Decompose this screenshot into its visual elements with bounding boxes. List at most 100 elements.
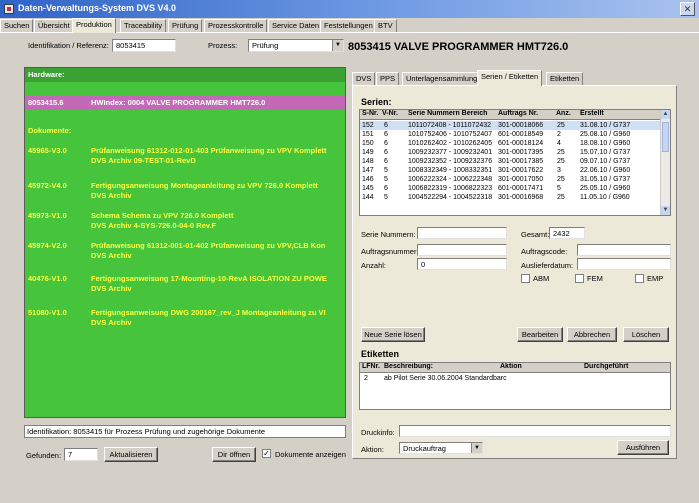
- action-select[interactable]: Druckauftrag ▼: [399, 442, 483, 454]
- document-code: 45972-V4.0: [28, 181, 67, 190]
- series-labels-panel: Serien: S-Nr. V-Nr. Serie Nummern Bereic…: [352, 85, 677, 459]
- tab-produktion[interactable]: Produktion: [72, 18, 116, 33]
- table-row[interactable]: 150 6 1010262402 - 1010262405 601-00018124 4…: [360, 139, 670, 148]
- action-label: Aktion:: [361, 445, 384, 454]
- execute-button[interactable]: Ausführen: [617, 440, 669, 455]
- total-label: Gesamt:: [521, 230, 550, 239]
- document-code: 40476-V1.0: [28, 274, 67, 283]
- document-code: 51080-V1.0: [28, 308, 67, 317]
- scroll-thumb[interactable]: [662, 122, 669, 152]
- scroll-up-icon[interactable]: ▲: [661, 110, 670, 119]
- process-label: Prozess:: [208, 41, 238, 50]
- emp-checkbox[interactable]: [635, 274, 644, 283]
- table-row[interactable]: 149 6 1009232377 - 1009232401 301-00017395 2…: [360, 148, 670, 157]
- table-row[interactable]: 147 5 1008332349 - 1008332351 301-00017622 3…: [360, 166, 670, 175]
- col-description: Beschreibung:: [384, 363, 434, 370]
- abm-checkbox[interactable]: [521, 274, 530, 283]
- app-icon: [4, 4, 14, 14]
- status-line: Identifikation: 8053415 für Prozess Prüf…: [24, 425, 346, 438]
- col-count: Anz.: [556, 110, 571, 117]
- product-title: 8053415 VALVE PROGRAMMER HMT726.0: [348, 41, 569, 53]
- series-table[interactable]: S-Nr. V-Nr. Serie Nummern Bereich Auftra…: [359, 109, 671, 216]
- tab-traceability[interactable]: Traceability: [120, 19, 167, 32]
- tab-pruefung[interactable]: Prüfung: [168, 19, 203, 32]
- print-info-input[interactable]: [399, 425, 671, 437]
- refresh-button[interactable]: Aktualisieren: [104, 447, 158, 462]
- order-number-label: Auftragsnummer:: [361, 247, 419, 256]
- labels-header: Etiketten: [361, 349, 400, 359]
- open-dir-button[interactable]: Dir öffnen: [212, 447, 256, 462]
- action-value: Druckauftrag: [403, 444, 446, 453]
- serial-numbers-label: Serie Nummern:: [361, 230, 416, 239]
- table-row[interactable]: 151 6 1010752406 - 1010752407 601-00018549 2…: [360, 130, 670, 139]
- series-scrollbar[interactable]: ▲ ▼: [660, 110, 670, 215]
- table-row[interactable]: 2 ab Pilot Serie 30.06.2004 Standardbarc: [360, 374, 670, 383]
- fem-checkbox[interactable]: [575, 274, 584, 283]
- count-label: Anzahl:: [361, 261, 387, 270]
- table-row[interactable]: 152 6 1011072408 - 1011072432 301-00018066 2…: [360, 121, 670, 130]
- document-desc: Fertigungsanweisung Montageanleitung zu …: [91, 181, 318, 200]
- close-button[interactable]: ✕: [680, 2, 695, 16]
- document-code: 45973-V1.0: [28, 211, 67, 220]
- document-desc: Schema Schema zu VPV 726.0 Komplett DVS A…: [91, 211, 234, 230]
- abm-label: ABM: [533, 274, 550, 283]
- window-title: Daten-Verwaltungs-System DVS V4.0: [18, 3, 177, 13]
- col-s-nr: S-Nr.: [362, 110, 379, 117]
- title-bar: Daten-Verwaltungs-System DVS V4.0 ✕: [0, 0, 699, 18]
- col-lfnr: LFNr.: [362, 363, 380, 370]
- tab-btv[interactable]: BTV: [374, 19, 397, 32]
- col-created: Erstellt: [580, 110, 604, 117]
- main-tab-bar: Suchen Übersicht Produktion Traceability…: [0, 18, 699, 33]
- hardware-desc: HWIndex: 0004 VALVE PROGRAMMER HMT726.0: [91, 98, 266, 107]
- tab-pps[interactable]: PPS: [376, 72, 400, 85]
- tab-suchen[interactable]: Suchen: [0, 19, 34, 32]
- scroll-down-icon[interactable]: ▼: [661, 206, 670, 215]
- chevron-down-icon[interactable]: ▼: [332, 40, 343, 51]
- new-series-button[interactable]: Neue Serie lösen: [361, 327, 425, 342]
- tab-unterlagensammlung[interactable]: Unterlagensammlung: [402, 72, 482, 85]
- edit-button[interactable]: Bearbeiten: [517, 327, 563, 342]
- tab-uebersicht[interactable]: Übersicht: [34, 19, 74, 32]
- document-tree[interactable]: Hardware: 8053415.6 HWIndex: 0004 VALVE …: [24, 67, 346, 418]
- delivery-date-input[interactable]: [577, 258, 671, 270]
- fem-label: FEM: [587, 274, 603, 283]
- order-number-input[interactable]: [417, 244, 507, 256]
- tab-prozesskontrolle[interactable]: Prozesskontrolle: [204, 19, 268, 32]
- show-docs-checkbox[interactable]: ✓: [262, 449, 271, 458]
- series-table-header: S-Nr. V-Nr. Serie Nummern Bereich Auftra…: [360, 110, 670, 120]
- count-input[interactable]: 0: [417, 258, 507, 270]
- order-code-input[interactable]: [577, 244, 671, 256]
- id-label: Identifikation / Referenz:: [28, 41, 109, 50]
- serial-numbers-input[interactable]: [417, 227, 507, 239]
- col-range: Serie Nummern Bereich: [408, 110, 488, 117]
- show-docs-label: Dokumente anzeigen: [275, 450, 346, 459]
- document-desc: Prüfanweisung 61312-001-01-402 Prüfanwei…: [91, 241, 326, 260]
- document-desc: Prüfanweisung 61312-012-01-403 Prüfanwei…: [91, 146, 327, 165]
- labels-table[interactable]: LFNr. Beschreibung: Aktion Durchgeführt …: [359, 362, 671, 410]
- col-action: Aktion: [500, 363, 522, 370]
- id-input[interactable]: 8053415: [112, 39, 176, 52]
- table-row[interactable]: 148 6 1009232352 - 1009232376 301-00017385 2…: [360, 157, 670, 166]
- delivery-date-label: Auslieferdatum:: [521, 261, 574, 270]
- table-row[interactable]: 146 5 1006222324 - 1006222348 301-00017050 2…: [360, 175, 670, 184]
- cancel-button[interactable]: Abbrechen: [567, 327, 617, 342]
- series-header: Serien:: [361, 97, 392, 107]
- tab-serien-etiketten[interactable]: Serien / Etiketten: [477, 70, 543, 86]
- order-code-label: Auftragscode:: [521, 247, 568, 256]
- tab-dvs[interactable]: DVS: [352, 72, 376, 85]
- delete-button[interactable]: Löschen: [623, 327, 669, 342]
- labels-table-header: LFNr. Beschreibung: Aktion Durchgeführt: [360, 363, 670, 373]
- hardware-item[interactable]: 8053415.6 HWIndex: 0004 VALVE PROGRAMMER…: [25, 96, 345, 110]
- document-desc: Fertigungsanweisung 17-Mounting-10-RevA …: [91, 274, 327, 293]
- tab-etiketten[interactable]: Etiketten: [546, 72, 584, 85]
- table-row[interactable]: 144 5 1004522294 - 1004522318 301-00016968 2…: [360, 193, 670, 202]
- col-order: Auftrags Nr.: [498, 110, 539, 117]
- tab-service-daten[interactable]: Service Daten: [268, 19, 324, 32]
- found-count: 7: [64, 448, 98, 461]
- document-desc: Fertigungsanweisung DWG 200167_rev_J Mon…: [91, 308, 326, 327]
- chevron-down-icon[interactable]: ▼: [471, 443, 482, 453]
- table-row[interactable]: 145 6 1006822319 - 1006822323 601-00017471 5…: [360, 184, 670, 193]
- tab-feststellungen[interactable]: Feststellungen: [320, 19, 377, 32]
- found-label: Gefunden:: [26, 451, 62, 460]
- process-select[interactable]: Prüfung ▼: [248, 39, 344, 52]
